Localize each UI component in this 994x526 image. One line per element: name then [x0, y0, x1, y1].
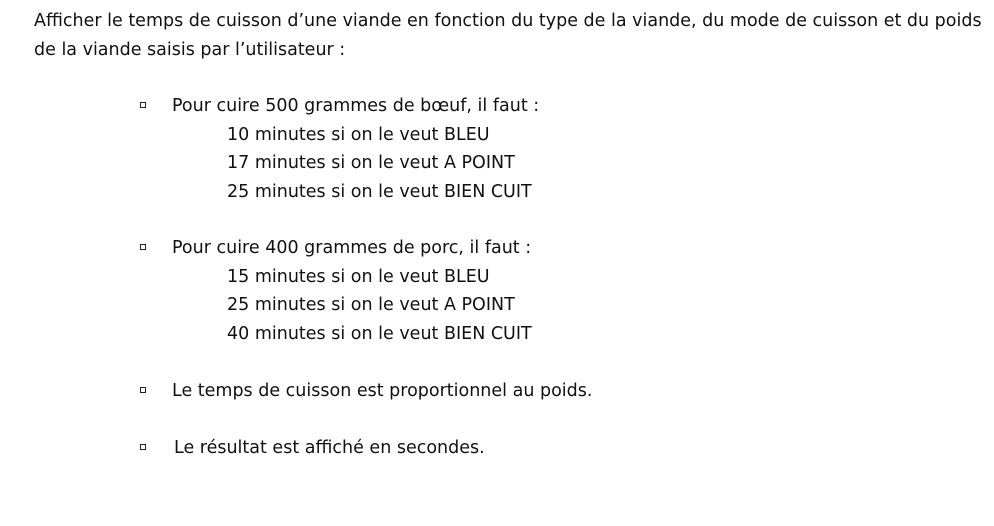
bullet-text: Pour cuire 500 grammes de bœuf, il faut … [172, 96, 540, 116]
cooking-time-line: 17 minutes si on le veut A POINT [227, 153, 515, 173]
square-bullet-icon [140, 444, 146, 450]
intro-paragraph: Afficher le temps de cuisson d’une viand… [34, 11, 982, 60]
bullet-text: Le temps de cuisson est proportionnel au… [172, 381, 593, 401]
square-bullet-icon [140, 102, 146, 108]
square-bullet-icon [140, 244, 146, 250]
square-bullet-icon [140, 387, 146, 393]
bullet-text: Pour cuire 400 grammes de porc, il faut … [172, 238, 532, 258]
cooking-times-list: 10 minutes si on le veut BLEU 17 minutes… [227, 121, 532, 207]
cooking-times-list: 15 minutes si on le veut BLEU 25 minutes… [227, 263, 532, 349]
cooking-time-line: 15 minutes si on le veut BLEU [227, 266, 490, 287]
cooking-time-line: 10 minutes si on le veut BLEU [227, 124, 490, 145]
bullet-text: Le résultat est affiché en secondes. [174, 438, 485, 458]
cooking-time-line: 25 minutes si on le veut BIEN CUIT [227, 181, 532, 202]
cooking-time-line: 25 minutes si on le veut A POINT [227, 295, 515, 315]
cooking-time-line: 40 minutes si on le veut BIEN CUIT [227, 323, 532, 344]
